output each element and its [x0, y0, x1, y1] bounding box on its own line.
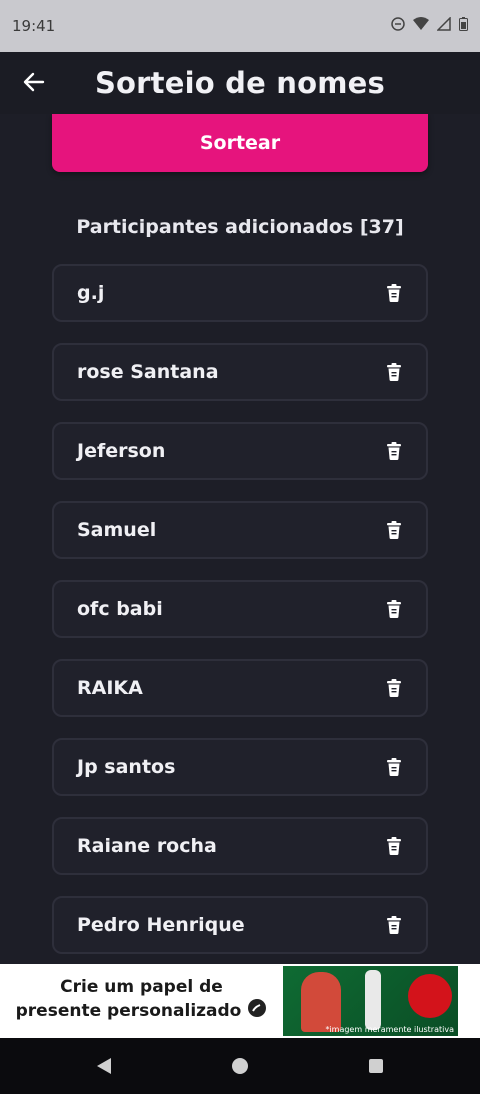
signal-icon	[436, 16, 451, 35]
participant-item[interactable]: g.j	[52, 264, 428, 322]
participant-name: RAIKA	[77, 677, 143, 699]
trash-icon[interactable]	[384, 757, 404, 777]
trash-icon[interactable]	[384, 599, 404, 619]
trash-icon[interactable]	[384, 362, 404, 382]
ad-banner[interactable]: Crie um papel de presente personalizado …	[0, 964, 480, 1038]
status-bar: 19:41	[0, 0, 480, 52]
square-recents-icon	[369, 1059, 383, 1073]
ad-line-1: Crie um papel de	[60, 977, 223, 997]
ad-line-2: presente personalizado	[15, 1001, 242, 1021]
trash-icon[interactable]	[384, 441, 404, 461]
battery-icon	[459, 17, 468, 35]
brand-logo	[408, 974, 452, 1018]
nav-recents-button[interactable]	[364, 1054, 388, 1078]
participants-title: Participantes adicionados [37]	[76, 216, 404, 238]
back-button[interactable]	[18, 66, 50, 98]
do-not-disturb-icon	[391, 17, 405, 35]
status-icons	[391, 16, 468, 35]
main-content: Sortear Participantes adicionados [37] g…	[0, 114, 480, 964]
participant-item[interactable]: Samuel	[52, 501, 428, 559]
participant-name: Pedro Henrique	[77, 914, 245, 936]
participant-item[interactable]: ofc babi	[52, 580, 428, 638]
bottle-figure	[365, 970, 381, 1030]
system-nav-bar	[0, 1038, 480, 1094]
trash-icon[interactable]	[384, 520, 404, 540]
participants-list: g.j rose Santana Jeferson Samuel ofc babi RAI…	[52, 264, 428, 964]
participant-item[interactable]: Raiane rocha	[52, 817, 428, 875]
nav-home-button[interactable]	[228, 1054, 252, 1078]
ad-image: *imagem meramente ilustrativa	[283, 966, 458, 1036]
participant-name: Raiane rocha	[77, 835, 217, 857]
circle-home-icon	[232, 1058, 248, 1074]
triangle-back-icon	[97, 1058, 111, 1074]
participant-name: ofc babi	[77, 598, 163, 620]
participant-name: Jeferson	[77, 440, 166, 462]
wifi-icon	[413, 17, 429, 35]
nav-back-button[interactable]	[92, 1054, 116, 1078]
trash-icon[interactable]	[384, 678, 404, 698]
santa-figure	[301, 972, 341, 1032]
participant-item[interactable]: RAIKA	[52, 659, 428, 717]
status-time: 19:41	[12, 17, 56, 35]
participant-name: Samuel	[77, 519, 157, 541]
app-bar: Sorteio de nomes	[0, 52, 480, 114]
participant-item[interactable]: Jp santos	[52, 738, 428, 796]
participant-name: g.j	[77, 282, 105, 304]
participant-item[interactable]: Pedro Henrique	[52, 896, 428, 954]
participant-item[interactable]: Jeferson	[52, 422, 428, 480]
participant-item[interactable]: rose Santana	[52, 343, 428, 401]
participant-name: Jp santos	[77, 756, 176, 778]
trash-icon[interactable]	[384, 915, 404, 935]
draw-button[interactable]: Sortear	[52, 114, 428, 172]
page-title: Sorteio de nomes	[94, 66, 386, 100]
participant-name: rose Santana	[77, 361, 219, 383]
ad-caption: *imagem meramente ilustrativa	[325, 1025, 454, 1034]
trash-icon[interactable]	[384, 836, 404, 856]
trash-icon[interactable]	[384, 283, 404, 303]
whatsapp-icon	[247, 998, 267, 1024]
ad-text: Crie um papel de presente personalizado	[0, 964, 283, 1038]
arrow-left-icon	[23, 72, 45, 92]
